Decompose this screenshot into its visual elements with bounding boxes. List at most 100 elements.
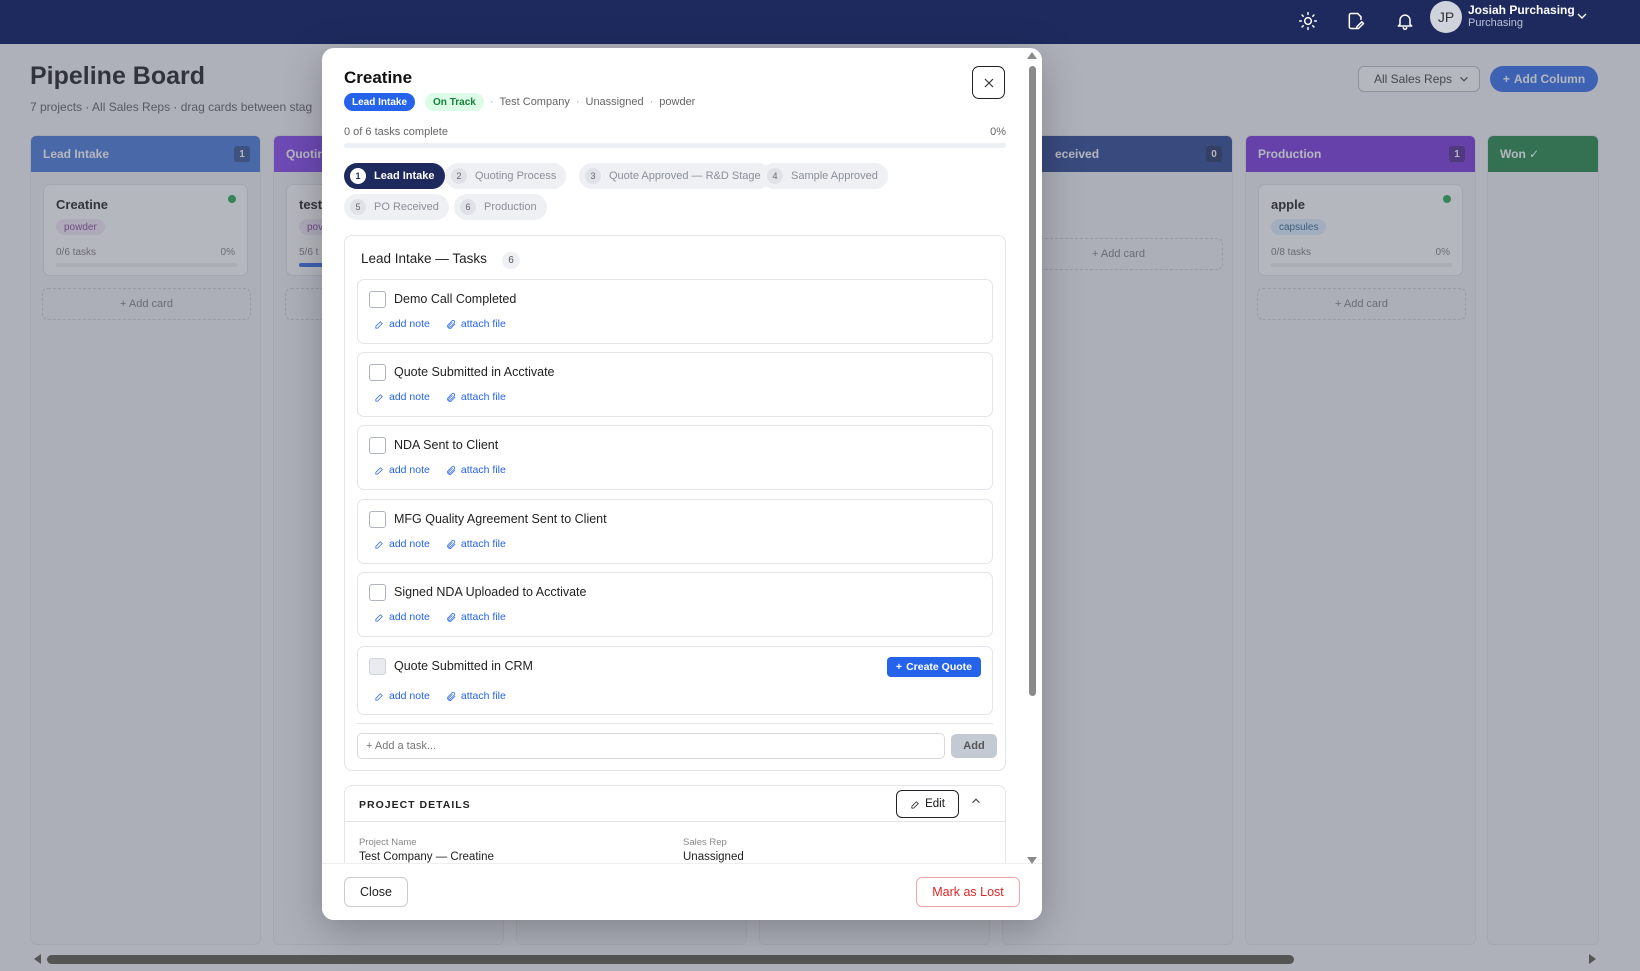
stage-label: Quoting Process: [475, 170, 557, 182]
modal-footer: Close Mark as Lost: [322, 863, 1042, 920]
board-horizontal-scrollbar[interactable]: [30, 951, 1600, 967]
task-label: Quote Submitted in CRM: [394, 659, 533, 673]
add-note-link[interactable]: add note: [374, 391, 430, 403]
company-name: Test Company: [499, 96, 570, 108]
task-checkbox[interactable]: [369, 511, 386, 528]
project-modal: Creatine Lead Intake On Track · Test Com…: [322, 48, 1042, 920]
paperclip-icon: [447, 465, 456, 475]
bell-icon[interactable]: [1389, 5, 1421, 37]
add-note-link[interactable]: add note: [374, 611, 430, 623]
modal-vertical-scrollbar[interactable]: [1025, 50, 1039, 864]
task-checkbox[interactable]: [369, 291, 386, 308]
assignee: Unassigned: [585, 96, 644, 108]
scrollbar-thumb[interactable]: [1029, 66, 1036, 696]
attach-file-link[interactable]: attach file: [446, 318, 506, 330]
stage-tab-po-received[interactable]: 5 PO Received: [344, 194, 449, 220]
paperclip-icon: [447, 319, 456, 329]
stage-number: 4: [767, 168, 783, 184]
stage-tab-sample-approved[interactable]: 4 Sample Approved: [761, 163, 888, 189]
paperclip-icon: [447, 392, 456, 402]
create-quote-label: Create Quote: [906, 661, 972, 673]
scroll-up-arrow[interactable]: [1027, 52, 1037, 59]
add-note-label: add note: [389, 690, 430, 702]
progress-text: 0 of 6 tasks complete: [344, 126, 448, 138]
task-label: MFG Quality Agreement Sent to Client: [394, 512, 607, 526]
add-note-label: add note: [389, 538, 430, 550]
stage-tab-lead-intake[interactable]: 1 Lead Intake: [344, 163, 445, 189]
task-checkbox[interactable]: [369, 658, 386, 675]
section-title: PROJECT DETAILS: [359, 799, 471, 811]
separator: ·: [575, 96, 580, 108]
stage-label: Production: [484, 201, 537, 213]
scroll-left-arrow[interactable]: [34, 954, 41, 964]
stage-label: Sample Approved: [791, 170, 878, 182]
note-icon: [375, 540, 383, 549]
progress-bar: [344, 143, 1006, 148]
stage-label: PO Received: [374, 201, 439, 213]
task-checkbox[interactable]: [369, 364, 386, 381]
note-icon: [375, 466, 383, 475]
stage-number: 3: [585, 168, 601, 184]
stage-badge: Lead Intake: [344, 93, 416, 111]
avatar[interactable]: JP: [1430, 1, 1462, 33]
note-icon: [375, 320, 383, 329]
add-note-link[interactable]: add note: [374, 690, 430, 702]
modal-title: Creatine: [344, 68, 413, 87]
stage-tab-quoting-process[interactable]: 2 Quoting Process: [445, 163, 567, 189]
attach-file-link[interactable]: attach file: [446, 690, 506, 702]
add-note-link[interactable]: add note: [374, 318, 430, 330]
task-label: NDA Sent to Client: [394, 438, 499, 452]
edit-label: Edit: [925, 798, 945, 810]
note-edit-icon[interactable]: [1340, 5, 1372, 37]
stage-tab-production[interactable]: 6 Production: [454, 194, 547, 220]
add-note-label: add note: [389, 318, 430, 330]
stage-tab-quote-approved[interactable]: 3 Quote Approved — R&D Stage: [579, 163, 771, 189]
close-icon[interactable]: [972, 66, 1005, 99]
divider: [357, 723, 993, 724]
task-item: NDA Sent to Client add note attach file: [357, 425, 993, 490]
pencil-icon: [911, 800, 919, 809]
attach-file-link[interactable]: attach file: [446, 538, 506, 550]
edit-button[interactable]: Edit: [896, 790, 959, 818]
attach-file-label: attach file: [460, 538, 506, 550]
top-nav: JP Josiah Purchasing Purchasing: [0, 0, 1640, 44]
create-quote-button[interactable]: + Create Quote: [886, 657, 981, 677]
chevron-up-icon[interactable]: [969, 794, 985, 810]
project-meta: Lead Intake On Track · Test Company · Un…: [344, 93, 695, 111]
add-task-button[interactable]: Add: [951, 734, 997, 758]
tasks-count: 6: [502, 252, 520, 269]
sales-rep-value: Unassigned: [683, 851, 744, 863]
task-checkbox[interactable]: [369, 437, 386, 454]
divider: [345, 821, 1005, 822]
task-item: Quote Submitted in CRM + Create Quote add…: [357, 646, 993, 715]
tasks-title: Lead Intake — Tasks: [361, 251, 487, 266]
attach-file-label: attach file: [460, 611, 506, 623]
stage-number: 5: [350, 199, 366, 215]
task-item: Demo Call Completed add note attach file: [357, 279, 993, 344]
add-task-input[interactable]: [357, 733, 945, 759]
task-label: Demo Call Completed: [394, 292, 517, 306]
add-note-label: add note: [389, 611, 430, 623]
task-checkbox[interactable]: [369, 584, 386, 601]
scrollbar-thumb[interactable]: [47, 955, 1294, 964]
separator: ·: [649, 96, 654, 108]
task-label: Quote Submitted in Acctivate: [394, 365, 555, 379]
scroll-down-arrow[interactable]: [1027, 857, 1037, 864]
mark-as-lost-button[interactable]: Mark as Lost: [916, 877, 1020, 907]
attach-file-label: attach file: [460, 391, 506, 403]
attach-file-link[interactable]: attach file: [446, 611, 506, 623]
plus-icon: +: [895, 661, 903, 673]
field-label: Project Name: [359, 837, 417, 848]
attach-file-link[interactable]: attach file: [446, 464, 506, 476]
add-note-link[interactable]: add note: [374, 464, 430, 476]
close-button[interactable]: Close: [344, 877, 408, 907]
sun-icon[interactable]: [1292, 5, 1324, 37]
chevron-down-icon[interactable]: [1574, 8, 1590, 24]
add-note-link[interactable]: add note: [374, 538, 430, 550]
user-name[interactable]: Josiah Purchasing: [1468, 3, 1575, 17]
status-badge: On Track: [425, 93, 484, 111]
stage-label: Quote Approved — R&D Stage: [609, 170, 761, 182]
project-name-value: Test Company — Creatine: [359, 851, 494, 863]
attach-file-link[interactable]: attach file: [446, 391, 506, 403]
scroll-right-arrow[interactable]: [1589, 954, 1596, 964]
